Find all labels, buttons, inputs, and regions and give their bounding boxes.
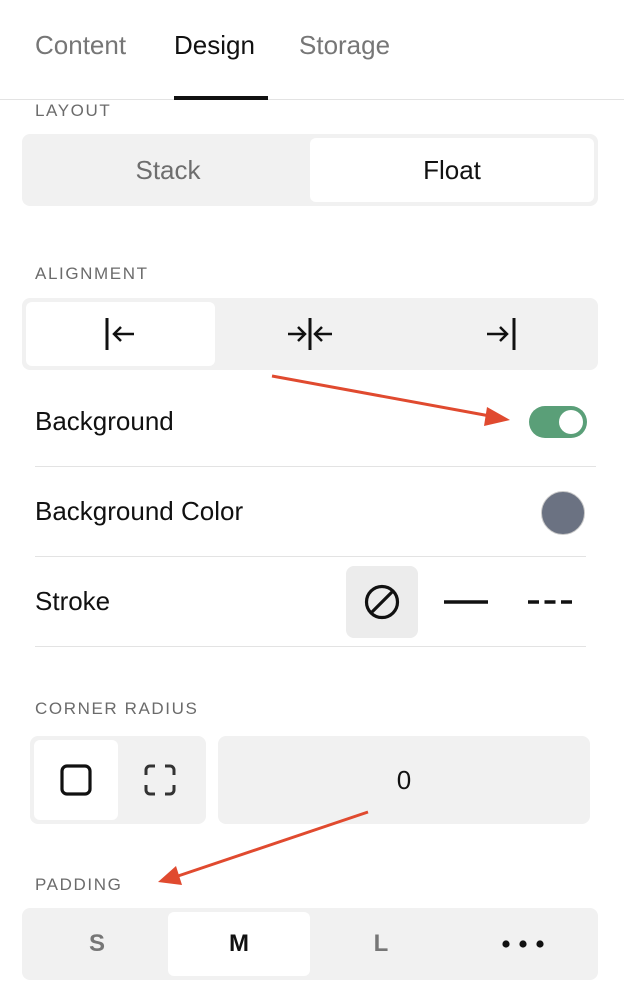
padding-section-label: PADDING — [35, 875, 123, 894]
layout-section-label: LAYOUT — [35, 101, 112, 120]
align-center-button[interactable] — [215, 302, 405, 366]
padding-option-s[interactable]: S — [26, 912, 168, 976]
toggle-knob — [559, 410, 583, 434]
annotation-arrow-to-toggle — [271, 374, 510, 426]
divider — [35, 466, 596, 467]
align-left-button[interactable] — [26, 302, 215, 366]
solid-stroke-icon — [444, 600, 488, 604]
background-color-swatch[interactable] — [541, 491, 585, 535]
padding-option-m[interactable]: M — [168, 912, 310, 976]
alignment-segmented-control — [22, 298, 598, 370]
active-tab-indicator — [174, 96, 268, 100]
layout-option-stack[interactable]: Stack — [26, 138, 310, 202]
align-left-icon — [105, 318, 134, 350]
alignment-section-label: ALIGNMENT — [35, 264, 149, 283]
divider — [35, 646, 586, 647]
solid-stroke-button[interactable] — [430, 566, 502, 638]
no-stroke-icon — [364, 584, 400, 620]
individual-corners-icon — [144, 764, 176, 796]
tab-storage[interactable]: Storage — [299, 30, 390, 61]
tab-bar: Content Design Storage — [0, 0, 624, 100]
tab-content[interactable]: Content — [35, 30, 126, 61]
divider — [35, 556, 586, 557]
individual-corners-button[interactable] — [118, 740, 202, 820]
layout-segmented-control: Stack Float — [22, 134, 598, 206]
uniform-corner-icon — [60, 764, 92, 796]
corner-mode-segmented-control — [30, 736, 206, 824]
dashed-stroke-button[interactable] — [514, 566, 586, 638]
background-toggle[interactable] — [529, 406, 587, 438]
layout-option-float[interactable]: Float — [310, 138, 594, 202]
align-right-icon — [486, 318, 515, 350]
background-color-label: Background Color — [35, 496, 244, 526]
padding-more-button[interactable] — [452, 912, 594, 976]
align-right-button[interactable] — [405, 302, 594, 366]
corner-radius-section-label: CORNER RADIUS — [35, 699, 199, 718]
padding-segmented-control: S M L — [22, 908, 598, 980]
align-center-icon — [288, 318, 332, 350]
corner-radius-input[interactable]: 0 — [218, 736, 590, 824]
uniform-corner-button[interactable] — [34, 740, 118, 820]
stroke-label: Stroke — [35, 586, 111, 616]
more-options-icon — [502, 940, 544, 948]
no-stroke-button[interactable] — [346, 566, 418, 638]
dashed-stroke-icon — [528, 600, 572, 604]
tab-design[interactable]: Design — [174, 30, 255, 61]
background-label: Background — [35, 406, 174, 436]
padding-option-l[interactable]: L — [310, 912, 452, 976]
